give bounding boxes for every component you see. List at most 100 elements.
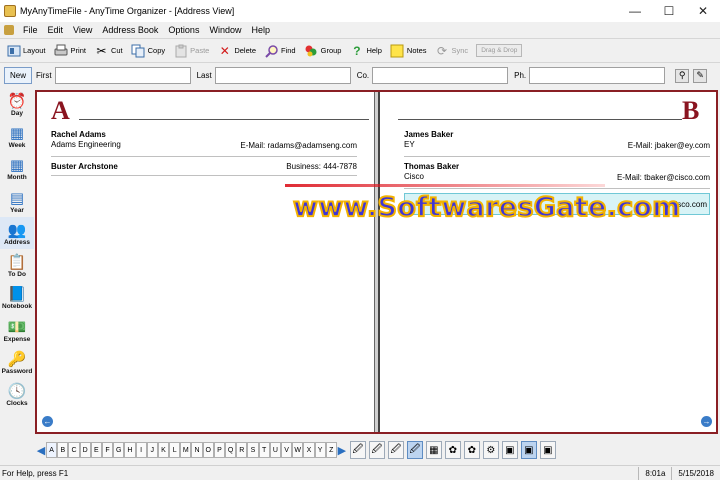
list-view-icon[interactable]: ▣: [539, 441, 556, 459]
layout-label: Layout: [23, 46, 46, 55]
alpha-tab-r[interactable]: R: [236, 442, 248, 458]
alpha-tab-f[interactable]: F: [101, 442, 114, 458]
last-name-field[interactable]: [214, 67, 351, 84]
sidebar-item-expense[interactable]: 💵 Expense: [0, 314, 34, 346]
card-view-icon[interactable]: ▣: [501, 441, 518, 459]
phone-field[interactable]: [529, 67, 666, 84]
sidebar-item-address[interactable]: 👥 Address: [0, 217, 34, 250]
layout-button[interactable]: Layout: [6, 43, 46, 58]
contact-entry-rachel-adams[interactable]: Rachel Adams Adams Engineering E-Mail: r…: [51, 130, 357, 150]
alpha-tab-s[interactable]: S: [247, 442, 259, 458]
alpha-tab-h[interactable]: H: [124, 442, 136, 458]
alpha-tab-k[interactable]: K: [157, 442, 170, 458]
alpha-right-arrow-icon[interactable]: ▶: [337, 442, 347, 458]
menu-file[interactable]: File: [18, 25, 43, 35]
sidebar-item-year[interactable]: ▤ Year: [0, 185, 34, 217]
view-layout-4-icon[interactable]: 🖉: [406, 441, 423, 459]
alpha-tab-b[interactable]: B: [57, 442, 69, 458]
alpha-tab-p[interactable]: P: [213, 442, 225, 458]
view-layout-5-icon[interactable]: ▦: [425, 441, 442, 459]
group-view-icon[interactable]: ✿: [444, 441, 461, 459]
entry-divider: [404, 188, 710, 189]
alpha-tab-i[interactable]: I: [135, 442, 147, 458]
previous-page-icon[interactable]: ←: [42, 416, 53, 427]
company-field[interactable]: [372, 67, 509, 84]
search-go-icon[interactable]: ⚲: [675, 68, 690, 83]
alpha-tab-l[interactable]: L: [169, 442, 181, 458]
contact-entry-james-baker[interactable]: James Baker EY E-Mail: jbaker@ey.com: [404, 130, 710, 150]
new-button[interactable]: New: [4, 67, 32, 84]
layout-icon: [6, 43, 21, 58]
sync-label: Sync: [451, 46, 469, 55]
view-layout-1-icon[interactable]: 🖉: [349, 441, 366, 459]
sidebar-item-notebook[interactable]: 📘 Notebook: [0, 282, 34, 314]
delete-button[interactable]: ✕ Delete: [217, 43, 256, 58]
menu-window[interactable]: Window: [204, 25, 246, 35]
print-button[interactable]: Print: [54, 43, 86, 58]
document-icon[interactable]: [4, 24, 14, 35]
contact-detail: Business: 444-7878: [286, 162, 357, 171]
sidebar-item-week[interactable]: ▦ Week: [0, 120, 34, 152]
copy-button[interactable]: Copy: [131, 43, 166, 58]
help-button[interactable]: ? Help: [349, 43, 382, 58]
alpha-tab-d[interactable]: D: [79, 442, 91, 458]
menu-edit[interactable]: Edit: [43, 25, 69, 35]
sync-button[interactable]: ⟳ Sync: [435, 43, 469, 58]
copy-label: Copy: [147, 46, 166, 55]
phone-label: Ph.: [514, 71, 527, 80]
alpha-tab-m[interactable]: M: [180, 442, 192, 458]
sidebar-item-clocks[interactable]: 🕓 Clocks: [0, 379, 34, 411]
address-book-icon: 👥: [7, 221, 27, 239]
todo-list-icon: 📋: [7, 254, 27, 272]
sidebar-item-month[interactable]: ▦ Month: [0, 153, 34, 185]
search-bar: New First Last Co. Ph. ⚲ ✎: [0, 64, 720, 87]
close-button[interactable]: ✕: [686, 0, 720, 22]
next-page-icon[interactable]: →: [701, 416, 712, 427]
view-layout-2-icon[interactable]: 🖉: [368, 441, 385, 459]
cut-button[interactable]: ✂ Cut: [94, 43, 122, 58]
alpha-tab-o[interactable]: O: [202, 442, 214, 458]
contact-entry-buster-archstone[interactable]: Buster Archstone Business: 444-7878: [51, 162, 357, 171]
menu-options[interactable]: Options: [163, 25, 204, 35]
menu-address-book[interactable]: Address Book: [97, 25, 163, 35]
alpha-tab-g[interactable]: G: [113, 442, 125, 458]
alpha-tab-z[interactable]: Z: [325, 442, 337, 458]
first-name-field[interactable]: [54, 67, 191, 84]
alpha-tab-c[interactable]: C: [68, 442, 80, 458]
group-button[interactable]: Group: [304, 43, 341, 58]
book-view-icon[interactable]: ▣: [520, 441, 537, 459]
find-button[interactable]: Find: [264, 43, 296, 58]
alpha-tab-a[interactable]: A: [46, 442, 58, 458]
notes-button[interactable]: Notes: [390, 43, 427, 58]
clear-search-icon[interactable]: ✎: [693, 68, 708, 83]
money-icon: 💵: [7, 318, 27, 336]
alpha-tab-q[interactable]: Q: [225, 442, 237, 458]
alpha-tab-j[interactable]: J: [146, 442, 158, 458]
minimize-button[interactable]: —: [618, 0, 652, 22]
alpha-tab-n[interactable]: N: [191, 442, 203, 458]
sidebar-item-label: Week: [8, 141, 26, 149]
alpha-tab-x[interactable]: X: [303, 442, 315, 458]
alpha-left-arrow-icon[interactable]: ◀: [36, 442, 46, 458]
sidebar-item-day[interactable]: ⏰ Day: [0, 88, 34, 120]
sidebar-item-password[interactable]: 🔑 Password: [0, 346, 34, 378]
contact-entry-thomas-baker[interactable]: Thomas Baker Cisco E-Mail: tbaker@cisco.…: [404, 162, 710, 182]
alpha-tab-w[interactable]: W: [292, 442, 304, 458]
tree-view-icon[interactable]: ⚙: [482, 441, 499, 459]
view-layout-3-icon[interactable]: 🖉: [387, 441, 404, 459]
alpha-tab-y[interactable]: Y: [314, 442, 326, 458]
paste-button[interactable]: Paste: [173, 43, 209, 58]
drag-drop-button[interactable]: Drag & Drop: [476, 44, 523, 57]
sidebar-item-label: Day: [11, 109, 23, 117]
menu-view[interactable]: View: [68, 25, 97, 35]
menu-help[interactable]: Help: [246, 25, 275, 35]
alpha-tab-v[interactable]: V: [280, 442, 293, 458]
category-view-icon[interactable]: ✿: [463, 441, 480, 459]
view-sidebar: ⏰ Day ▦ Week ▦ Month ▤ Year 👥 Address 📋 …: [0, 88, 34, 420]
sidebar-item-todo[interactable]: 📋 To Do: [0, 249, 34, 281]
alpha-tab-t[interactable]: T: [258, 442, 270, 458]
alpha-tab-u[interactable]: U: [269, 442, 281, 458]
maximize-button[interactable]: ☐: [652, 0, 686, 22]
alpha-tab-e[interactable]: E: [90, 442, 102, 458]
contact-detail: E-Mail: jbaker@ey.com: [627, 141, 710, 150]
